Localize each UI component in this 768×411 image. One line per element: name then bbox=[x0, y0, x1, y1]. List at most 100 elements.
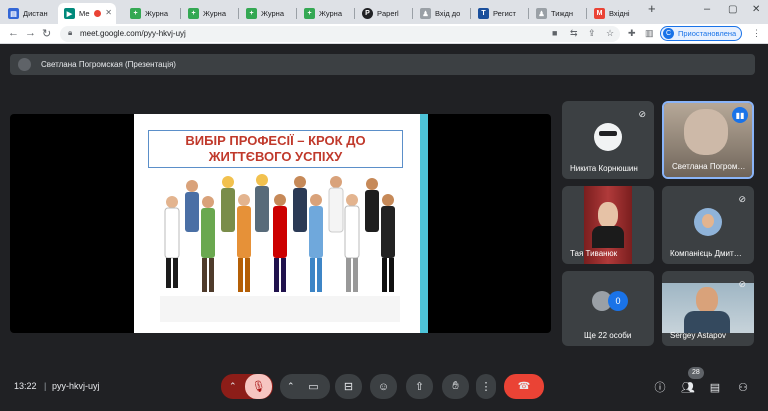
participant-tile[interactable]: ⊘ Sergey Astapov bbox=[662, 271, 754, 346]
participant-body bbox=[684, 311, 730, 333]
profile-button[interactable]: С Приостановлена bbox=[660, 26, 742, 41]
tab-divider bbox=[470, 8, 471, 19]
tab-divider bbox=[180, 8, 181, 19]
tab-divider bbox=[238, 8, 239, 19]
browser-tab[interactable]: + Журна bbox=[124, 3, 178, 24]
reactions-button[interactable]: ☺ bbox=[370, 374, 397, 399]
reload-icon[interactable]: ↻ bbox=[42, 27, 51, 40]
avatar: С bbox=[663, 28, 674, 39]
separator: | bbox=[44, 381, 47, 391]
chat-button[interactable]: ▤ bbox=[704, 376, 726, 398]
mic-off-icon: 🎙︎ bbox=[251, 381, 266, 393]
speaking-indicator-icon: ▮▮ bbox=[732, 107, 748, 123]
slide-title-box: ВИБІР ПРОФЕСІЇ – КРОК ДО ЖИТТЄВОГО УСПІХ… bbox=[148, 130, 403, 168]
camera-in-use-icon[interactable]: ■ bbox=[552, 28, 557, 38]
extensions-icon[interactable]: ✚ bbox=[628, 28, 636, 39]
captions-icon: ⊟ bbox=[343, 381, 354, 393]
participant-count-badge: 28 bbox=[688, 367, 704, 379]
people-button[interactable]: 👥︎ bbox=[677, 376, 699, 398]
new-tab-button[interactable]: + bbox=[648, 1, 656, 16]
participant-avatar bbox=[594, 123, 622, 151]
participant-name: Светлана Погром… bbox=[672, 162, 746, 171]
more-participants-tile[interactable]: 0 Ще 22 особи bbox=[562, 271, 654, 346]
participant-body bbox=[592, 226, 624, 248]
sheets-favicon-icon: + bbox=[246, 8, 257, 19]
side-panel-icon[interactable]: ▥ bbox=[645, 28, 654, 39]
chat-icon: ▤ bbox=[709, 381, 721, 394]
translate-icon[interactable]: ⇆ bbox=[570, 28, 578, 39]
tab-divider bbox=[586, 8, 587, 19]
participant-name: Компанієць Дмит… bbox=[670, 249, 742, 258]
participant-name: Sergey Astapov bbox=[670, 331, 727, 340]
mic-off-icon: ⊘ bbox=[738, 194, 746, 204]
meet-favicon-icon: ▶ bbox=[64, 8, 75, 19]
people-icon: 👥︎ bbox=[681, 381, 695, 394]
people-figures bbox=[160, 174, 400, 322]
lock-icon[interactable]: 🔒︎ bbox=[68, 28, 72, 38]
mic-off-icon: ⊘ bbox=[738, 279, 746, 289]
professions-group-image bbox=[160, 174, 400, 322]
bookmark-star-icon[interactable]: ☆ bbox=[606, 28, 614, 39]
meeting-details-button[interactable]: ⓘ bbox=[649, 376, 671, 398]
sheets-favicon-icon: + bbox=[130, 8, 141, 19]
presenter-label: Светлана Погромская (Презентація) bbox=[41, 60, 176, 69]
phone-hangup-icon: ☎︎ bbox=[517, 381, 531, 392]
chevron-up-icon: ⌃ bbox=[287, 381, 295, 391]
emoji-icon: ☺ bbox=[377, 380, 390, 393]
participant-avatar bbox=[694, 208, 722, 236]
toggle-microphone-button[interactable]: 🎙︎ bbox=[245, 374, 272, 399]
browser-tab-bar: ▤ Дистан ▶ Ме ✕ + Журна + Журна + Журна … bbox=[0, 0, 768, 24]
browser-tab-active[interactable]: ▶ Ме ✕ bbox=[58, 3, 116, 24]
participant-tile[interactable]: Тая Тиванюк bbox=[562, 186, 654, 264]
chevron-up-icon: ⌃ bbox=[229, 381, 237, 391]
browser-tab[interactable]: M Вхідні bbox=[588, 3, 642, 24]
video-camera-icon: ▭ bbox=[308, 381, 319, 393]
browser-tab[interactable]: + Журна bbox=[298, 3, 352, 24]
activities-button[interactable]: ⚇ bbox=[732, 376, 754, 398]
close-window-icon[interactable]: ✕ bbox=[752, 4, 760, 15]
close-tab-icon[interactable]: ✕ bbox=[105, 8, 112, 17]
more-participants-label: Ще 22 особи bbox=[584, 331, 632, 340]
participant-name: Тая Тиванюк bbox=[570, 249, 618, 258]
browser-tab[interactable]: T Регист bbox=[472, 3, 526, 24]
forward-arrow-icon[interactable]: → bbox=[25, 27, 36, 39]
participant-face bbox=[696, 287, 718, 313]
slide-title: ВИБІР ПРОФЕСІЇ – КРОК ДО ЖИТТЄВОГО УСПІХ… bbox=[185, 133, 366, 164]
sunglasses-icon bbox=[599, 131, 617, 136]
browser-tab[interactable]: + Журна bbox=[182, 3, 236, 24]
tab-divider bbox=[528, 8, 529, 19]
participant-tile[interactable]: ⊘ Компанієць Дмит… bbox=[662, 186, 754, 264]
tab-favicon-icon: ▤ bbox=[8, 8, 19, 19]
participant-tile[interactable]: ⊘ Никита Корнюшин bbox=[562, 101, 654, 179]
toggle-camera-button[interactable]: ▭ bbox=[300, 374, 327, 399]
url-text[interactable]: meet.google.com/pyy-hkvj-uyj bbox=[80, 27, 186, 41]
browser-tab[interactable]: + Журна bbox=[240, 3, 294, 24]
browser-tab[interactable]: P Paperl bbox=[356, 3, 410, 24]
meeting-code: pyy-hkvj-uyj bbox=[52, 381, 100, 391]
leave-call-button[interactable]: ☎︎ bbox=[504, 374, 544, 399]
browser-tab[interactable]: ♟ Тиждн bbox=[530, 3, 584, 24]
sheets-favicon-icon: + bbox=[304, 8, 315, 19]
present-now-button[interactable]: ⇧ bbox=[406, 374, 433, 399]
back-arrow-icon[interactable]: ← bbox=[8, 27, 19, 39]
browser-tab[interactable]: ♟ Вхід до bbox=[414, 3, 468, 24]
participant-avatar: 0 bbox=[608, 291, 628, 311]
share-icon[interactable]: ⇪ bbox=[588, 28, 596, 39]
maximize-window-icon[interactable]: ▢ bbox=[728, 4, 737, 15]
participant-name: Никита Корнюшин bbox=[570, 164, 638, 173]
tab-divider bbox=[296, 8, 297, 19]
hand-icon: ✋︎ bbox=[452, 380, 459, 392]
more-options-button[interactable]: ⋮ bbox=[476, 374, 496, 399]
paperless-favicon-icon: P bbox=[362, 8, 373, 19]
captions-button[interactable]: ⊟ bbox=[335, 374, 362, 399]
participant-face bbox=[598, 202, 618, 228]
recording-dot-icon bbox=[93, 10, 101, 17]
more-menu-icon[interactable]: ⋮ bbox=[752, 28, 761, 39]
raise-hand-button[interactable]: ✋︎ bbox=[442, 374, 469, 399]
participant-face bbox=[684, 109, 728, 155]
browser-tab[interactable]: ▤ Дистан bbox=[2, 3, 56, 24]
participant-tile-active-speaker[interactable]: ▮▮ Светлана Погром… bbox=[662, 101, 754, 179]
mic-off-icon: ⊘ bbox=[638, 109, 646, 119]
gmail-favicon-icon: M bbox=[594, 8, 605, 19]
minimize-window-icon[interactable]: – bbox=[704, 3, 710, 15]
